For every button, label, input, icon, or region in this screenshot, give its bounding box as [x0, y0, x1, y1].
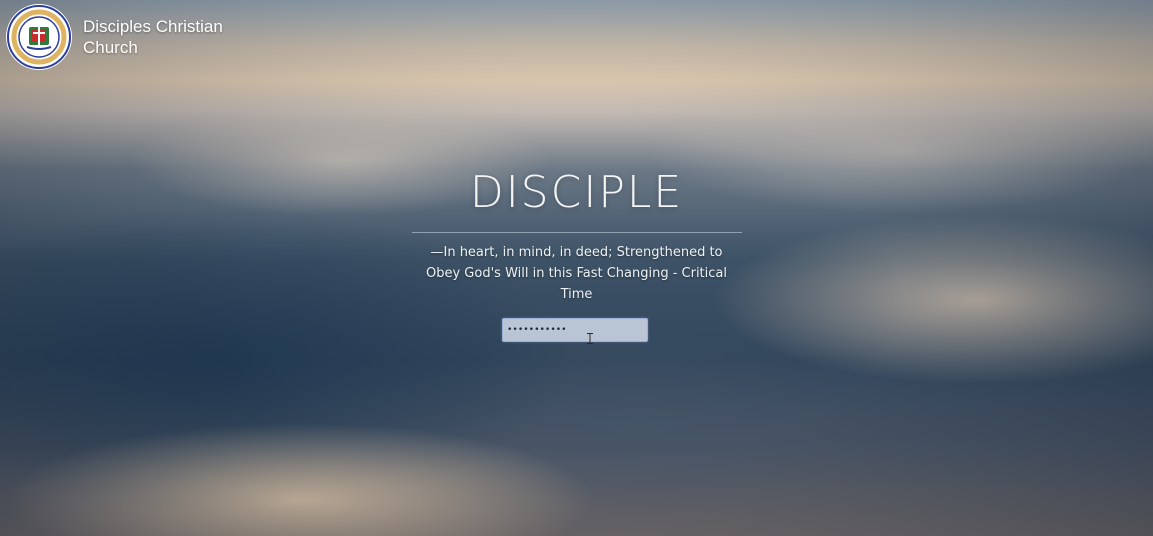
brand-name[interactable]: Disciples Christian Church	[83, 16, 263, 58]
title-divider	[411, 232, 742, 233]
church-crest-logo-icon[interactable]	[3, 3, 75, 71]
site-brand[interactable]: Disciples Christian Church	[3, 3, 263, 71]
tagline: —In heart, in mind, in deed; Strengthene…	[426, 245, 727, 302]
hero-section: DISCIPLE —In heart, in mind, in deed; St…	[0, 162, 1153, 305]
text-cursor-icon	[587, 333, 593, 344]
page-title: DISCIPLE	[469, 167, 684, 218]
password-input[interactable]	[502, 318, 648, 342]
